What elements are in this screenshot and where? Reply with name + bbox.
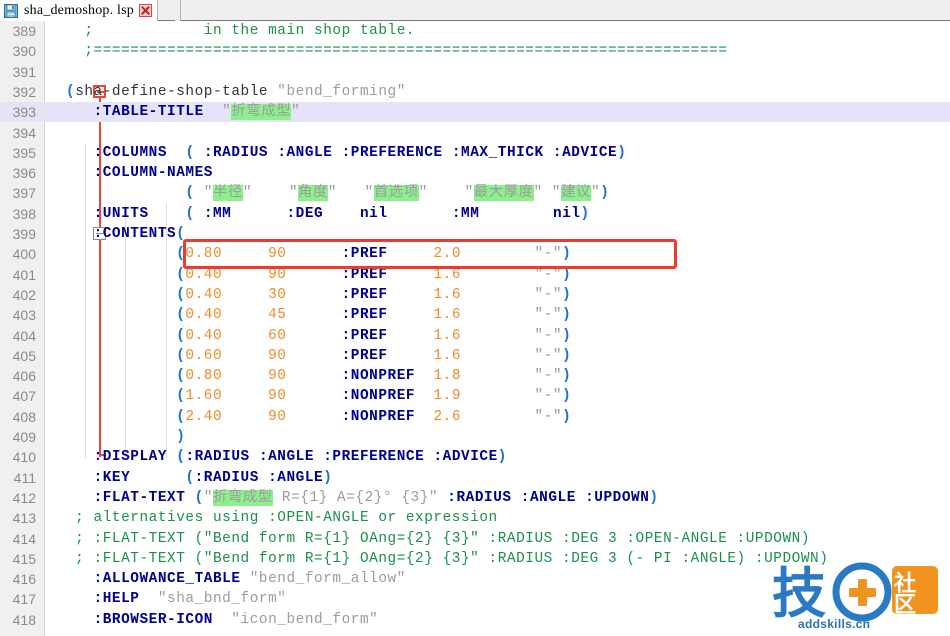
line-number: 416 [12, 571, 36, 588]
line-number: 413 [12, 510, 36, 527]
code-text[interactable]: :CONTENTS( [66, 224, 185, 244]
code-text[interactable]: ; :FLAT-TEXT ("Bend form R={1} OAng={2} … [66, 549, 828, 569]
code-line[interactable]: 402 (0.40 30 :PREF 1.6 "-") [0, 285, 950, 305]
code-text[interactable]: :KEY (:RADIUS :ANGLE) [66, 468, 332, 488]
line-number: 396 [12, 165, 36, 182]
code-text[interactable]: :ALLOWANCE_TABLE "bend_form_allow" [66, 569, 406, 589]
code-text[interactable]: :FLAT-TEXT ("折弯成型 R={1} A={2}° {3}" :RAD… [66, 488, 659, 508]
code-text[interactable]: :UNITS ( :MM :DEG nil :MM nil) [66, 204, 590, 224]
code-line[interactable]: 406 (0.80 90 :NONPREF 1.8 "-") [0, 366, 950, 386]
code-line[interactable]: 410 :DISPLAY (:RADIUS :ANGLE :PREFERENCE… [0, 447, 950, 467]
code-line[interactable]: 416 :ALLOWANCE_TABLE "bend_form_allow" [0, 569, 950, 589]
line-number: 403 [12, 307, 36, 324]
code-text[interactable]: ;=======================================… [66, 41, 727, 61]
code-line[interactable]: 400 (0.80 90 :PREF 2.0 "-") [0, 244, 950, 264]
code-line[interactable]: 394 [0, 123, 950, 143]
code-line[interactable]: 409 ) [0, 427, 950, 447]
tab-bar: sha_demoshop. lsp [0, 0, 950, 21]
code-lines[interactable]: 389 ; in the main shop table. 390 ;======… [0, 21, 950, 636]
line-number: 394 [12, 124, 36, 141]
line-number: 417 [12, 591, 36, 608]
floppy-save-icon [4, 3, 18, 18]
code-text[interactable]: ; alternatives using :OPEN-ANGLE or expr… [66, 508, 498, 528]
code-line[interactable]: 401 (0.40 90 :PREF 1.6 "-") [0, 265, 950, 285]
line-number: 393 [12, 104, 36, 121]
line-number: 409 [12, 429, 36, 445]
code-text[interactable]: (0.40 45 :PREF 1.6 "-") [66, 305, 571, 325]
line-number: 406 [12, 368, 36, 385]
line-number: 399 [12, 226, 36, 242]
close-icon[interactable] [138, 4, 152, 17]
code-text[interactable]: (0.80 90 :NONPREF 1.8 "-") [66, 366, 571, 386]
code-text[interactable]: (0.80 90 :PREF 2.0 "-") [66, 244, 571, 264]
code-text[interactable]: (sha-define-shop-table "bend_forming" [66, 82, 406, 102]
code-line[interactable]: 413 ; alternatives using :OPEN-ANGLE or … [0, 508, 950, 528]
code-line[interactable]: 396 :COLUMN-NAMES [0, 163, 950, 183]
code-text[interactable]: (0.40 30 :PREF 1.6 "-") [66, 285, 571, 305]
code-line[interactable]: 407 (1.60 90 :NONPREF 1.9 "-") [0, 386, 950, 406]
code-text[interactable]: :BROWSER-ICON "icon_bend_form" [66, 610, 378, 630]
code-text[interactable]: :TABLE-TITLE "折弯成型" [66, 102, 300, 122]
code-line[interactable]: 404 (0.40 60 :PREF 1.6 "-") [0, 326, 950, 346]
code-text[interactable]: ) [66, 427, 185, 447]
code-line[interactable]: 412 :FLAT-TEXT ("折弯成型 R={1} A={2}° {3}" … [0, 488, 950, 508]
code-text[interactable]: (0.40 90 :PREF 1.6 "-") [66, 265, 571, 285]
line-number: 402 [12, 286, 36, 303]
code-line[interactable]: 405 (0.60 90 :PREF 1.6 "-") [0, 346, 950, 366]
code-line[interactable]: 415 ; :FLAT-TEXT ("Bend form R={1} OAng=… [0, 549, 950, 569]
line-number: 404 [12, 327, 36, 344]
line-number: 391 [12, 63, 36, 80]
line-number: 412 [12, 489, 36, 506]
code-text[interactable]: :COLUMN-NAMES [66, 163, 213, 183]
code-line[interactable]: 398 :UNITS ( :MM :DEG nil :MM nil) [0, 204, 950, 224]
code-line[interactable]: 397 ( "半径" "角度" "首选项" "最大厚度" "建议") [0, 183, 950, 203]
line-number: 392 [12, 83, 36, 100]
code-line[interactable]: 395 :COLUMNS ( :RADIUS :ANGLE :PREFERENC… [0, 143, 950, 163]
code-line[interactable]: 399 :CONTENTS( [0, 224, 950, 244]
code-editor[interactable]: 389 ; in the main shop table. 390 ;======… [0, 21, 950, 636]
line-number: 408 [12, 408, 36, 425]
code-line[interactable]: 414 ; :FLAT-TEXT ("Bend form R={1} OAng=… [0, 529, 950, 549]
code-text[interactable]: ; :FLAT-TEXT ("Bend form R={1} OAng={2} … [66, 529, 810, 549]
line-number: 398 [12, 205, 36, 222]
code-text[interactable]: (1.60 90 :NONPREF 1.9 "-") [66, 386, 571, 406]
code-text[interactable]: (0.60 90 :PREF 1.6 "-") [66, 346, 571, 366]
code-line[interactable]: 411 :KEY (:RADIUS :ANGLE) [0, 468, 950, 488]
code-text[interactable]: ( "半径" "角度" "首选项" "最大厚度" "建议") [66, 183, 609, 203]
code-text[interactable]: (0.40 60 :PREF 1.6 "-") [66, 326, 571, 346]
line-number: 405 [12, 347, 36, 364]
code-line[interactable]: 393 :TABLE-TITLE "折弯成型" [0, 102, 950, 123]
line-number: 395 [12, 144, 36, 161]
line-number: 411 [13, 469, 36, 486]
line-number: 414 [12, 530, 36, 547]
code-line[interactable]: 389 ; in the main shop table. [0, 21, 950, 41]
code-line[interactable]: 392 (sha-define-shop-table "bend_forming" [0, 82, 950, 102]
line-number: 400 [12, 246, 36, 263]
line-number: 415 [12, 550, 36, 567]
code-text[interactable]: (2.40 90 :NONPREF 2.6 "-") [66, 407, 571, 427]
tab-bar-spacer [175, 0, 181, 21]
code-line[interactable]: 403 (0.40 45 :PREF 1.6 "-") [0, 305, 950, 325]
line-number: 401 [12, 266, 36, 283]
code-line[interactable]: 390 ;===================================… [0, 41, 950, 61]
tab-title: sha_demoshop. lsp [24, 2, 134, 18]
code-text[interactable]: :HELP "sha_bnd_form" [66, 589, 286, 609]
line-number: 407 [12, 388, 36, 405]
code-text[interactable]: :DISPLAY (:RADIUS :ANGLE :PREFERENCE :AD… [66, 447, 507, 467]
code-text[interactable]: ; in the main shop table. [66, 21, 415, 41]
code-line[interactable]: 417 :HELP "sha_bnd_form" [0, 589, 950, 609]
code-line[interactable]: 408 (2.40 90 :NONPREF 2.6 "-") [0, 407, 950, 427]
editor-window: sha_demoshop. lsp 389 ; in the main shop… [0, 0, 950, 636]
code-line[interactable]: 418 :BROWSER-ICON "icon_bend_form" [0, 610, 950, 630]
line-number: 397 [12, 185, 36, 202]
tab-sha-demoshop[interactable]: sha_demoshop. lsp [0, 0, 158, 21]
line-number: 418 [12, 611, 36, 628]
line-number: 410 [12, 449, 36, 466]
line-number: 389 [12, 23, 36, 39]
code-line[interactable]: 391 [0, 62, 950, 82]
line-number: 390 [12, 43, 36, 60]
code-text[interactable]: :COLUMNS ( :RADIUS :ANGLE :PREFERENCE :M… [66, 143, 626, 163]
